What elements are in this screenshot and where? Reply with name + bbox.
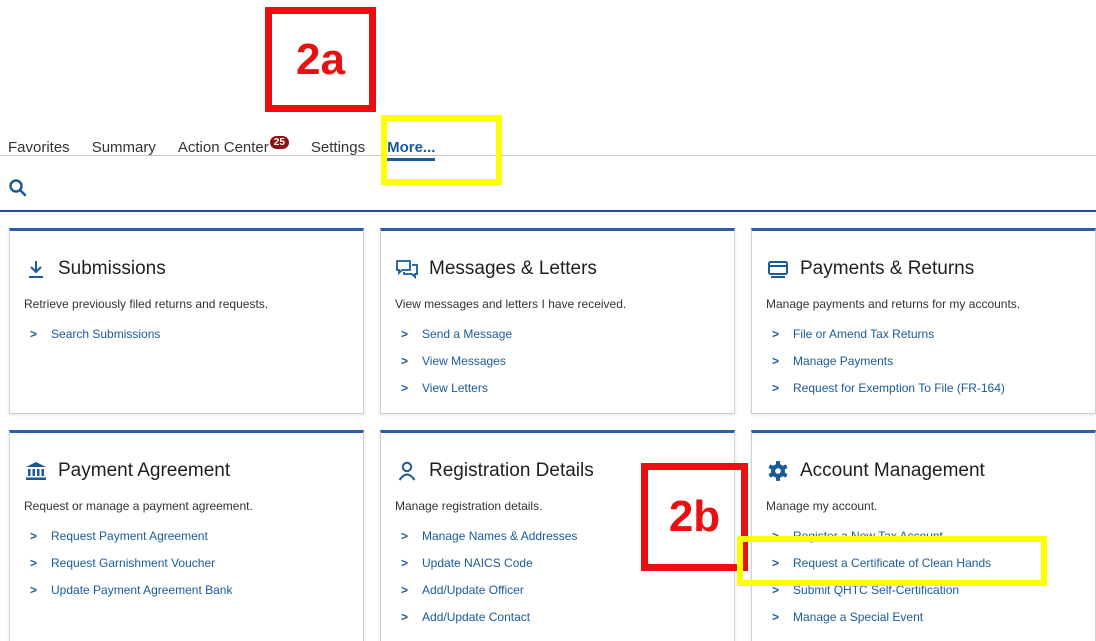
annotation-box-2a: 2a: [265, 7, 376, 112]
link-label: Manage Payments: [793, 354, 894, 368]
card-title: Payments & Returns: [766, 257, 1095, 281]
annotation-box-2b: 2b: [641, 463, 748, 571]
chevron-right-icon: >: [30, 556, 38, 570]
link-label: Request Garnishment Voucher: [51, 556, 216, 570]
link-search-submissions[interactable]: > Search Submissions: [30, 327, 363, 354]
chevron-right-icon: >: [772, 610, 780, 624]
card-description: Manage my account.: [766, 499, 878, 513]
card-description: Manage payments and returns for my accou…: [766, 297, 1021, 311]
link-label: Manage Names & Addresses: [422, 529, 578, 543]
link-update-payment-agreement-bank[interactable]: > Update Payment Agreement Bank: [30, 583, 363, 610]
chevron-right-icon: >: [772, 354, 780, 368]
link-label: File or Amend Tax Returns: [793, 327, 935, 341]
card-description: Request or manage a payment agreement.: [24, 499, 253, 513]
card-title-text: Registration Details: [429, 460, 594, 481]
chevron-right-icon: >: [401, 354, 409, 368]
search-button[interactable]: [8, 178, 28, 203]
tab-divider: [0, 155, 1096, 156]
tab-action-center-label: Action Center: [177, 139, 269, 156]
chevron-right-icon: >: [401, 327, 409, 341]
chevron-right-icon: >: [401, 583, 409, 597]
link-manage-payments[interactable]: > Manage Payments: [772, 354, 1095, 381]
search-divider: [0, 210, 1096, 212]
link-view-letters[interactable]: > View Letters: [401, 381, 734, 408]
annotation-label-2a: 2a: [296, 34, 345, 84]
link-label: Request Payment Agreement: [51, 529, 208, 543]
card-title-text: Payments & Returns: [800, 258, 975, 279]
action-center-count-badge: 25: [269, 136, 289, 149]
person-icon: [395, 460, 419, 482]
chevron-right-icon: >: [401, 610, 409, 624]
link-label: Update Payment Agreement Bank: [51, 583, 233, 597]
card-title-text: Payment Agreement: [58, 460, 231, 481]
link-request-exemption[interactable]: > Request for Exemption To File (FR-164): [772, 381, 1095, 408]
card-title-text: Messages & Letters: [429, 258, 597, 279]
chevron-right-icon: >: [30, 583, 38, 597]
link-label: Add/Update Officer: [422, 583, 524, 597]
link-label: Request for Exemption To File (FR-164): [793, 381, 1005, 395]
gear-icon: [766, 460, 790, 482]
link-label: Send a Message: [422, 327, 513, 341]
card-title: Payment Agreement: [24, 459, 363, 483]
card-title: Account Management: [766, 459, 1095, 483]
link-label: View Letters: [422, 381, 488, 395]
annotation-label-2b: 2b: [668, 492, 721, 541]
bank-icon: [24, 460, 48, 482]
link-label: Add/Update Contact: [422, 610, 531, 624]
link-request-payment-agreement[interactable]: > Request Payment Agreement: [30, 529, 363, 556]
search-icon: [9, 179, 27, 197]
chevron-right-icon: >: [401, 529, 409, 543]
card-payment-agreement: Payment Agreement Request or manage a pa…: [9, 430, 364, 641]
tab-action-center[interactable]: Action Center 25: [177, 136, 289, 156]
chevron-right-icon: >: [30, 327, 38, 341]
card-messages-letters: Messages & Letters View messages and let…: [380, 228, 735, 414]
annotation-highlight-clean-hands: [737, 536, 1047, 586]
link-label: Search Submissions: [51, 327, 161, 341]
chevron-right-icon: >: [772, 327, 780, 341]
card-description: View messages and letters I have receive…: [395, 297, 627, 311]
chevron-right-icon: >: [30, 529, 38, 543]
link-send-a-message[interactable]: > Send a Message: [401, 327, 734, 354]
download-icon: [24, 258, 48, 280]
chat-icon: [395, 258, 419, 280]
card-title-text: Submissions: [58, 258, 166, 279]
card-title: Submissions: [24, 257, 363, 281]
link-label: Update NAICS Code: [422, 556, 533, 570]
link-view-messages[interactable]: > View Messages: [401, 354, 734, 381]
tab-settings[interactable]: Settings: [311, 139, 365, 156]
link-label: View Messages: [422, 354, 506, 368]
chevron-right-icon: >: [401, 381, 409, 395]
card-title-text: Account Management: [800, 460, 985, 481]
card-payments-returns: Payments & Returns Manage payments and r…: [751, 228, 1096, 414]
tab-favorites[interactable]: Favorites: [8, 139, 70, 156]
card-title: Messages & Letters: [395, 257, 734, 281]
chevron-right-icon: >: [772, 381, 780, 395]
link-submit-qhtc-self-certification[interactable]: > Submit QHTC Self-Certification: [772, 583, 1095, 610]
card-description: Retrieve previously filed returns and re…: [24, 297, 269, 311]
link-add-update-officer[interactable]: > Add/Update Officer: [401, 583, 734, 610]
tab-summary[interactable]: Summary: [92, 139, 156, 156]
link-label: Manage a Special Event: [793, 610, 924, 624]
payments-icon: [766, 258, 790, 280]
chevron-right-icon: >: [401, 556, 409, 570]
card-submissions: Submissions Retrieve previously filed re…: [9, 228, 364, 414]
link-manage-special-event[interactable]: > Manage a Special Event: [772, 610, 1095, 637]
link-add-update-contact[interactable]: > Add/Update Contact: [401, 610, 734, 637]
annotation-highlight-more-tab: [381, 115, 502, 185]
link-request-garnishment-voucher[interactable]: > Request Garnishment Voucher: [30, 556, 363, 583]
link-file-or-amend-tax-returns[interactable]: > File or Amend Tax Returns: [772, 327, 1095, 354]
